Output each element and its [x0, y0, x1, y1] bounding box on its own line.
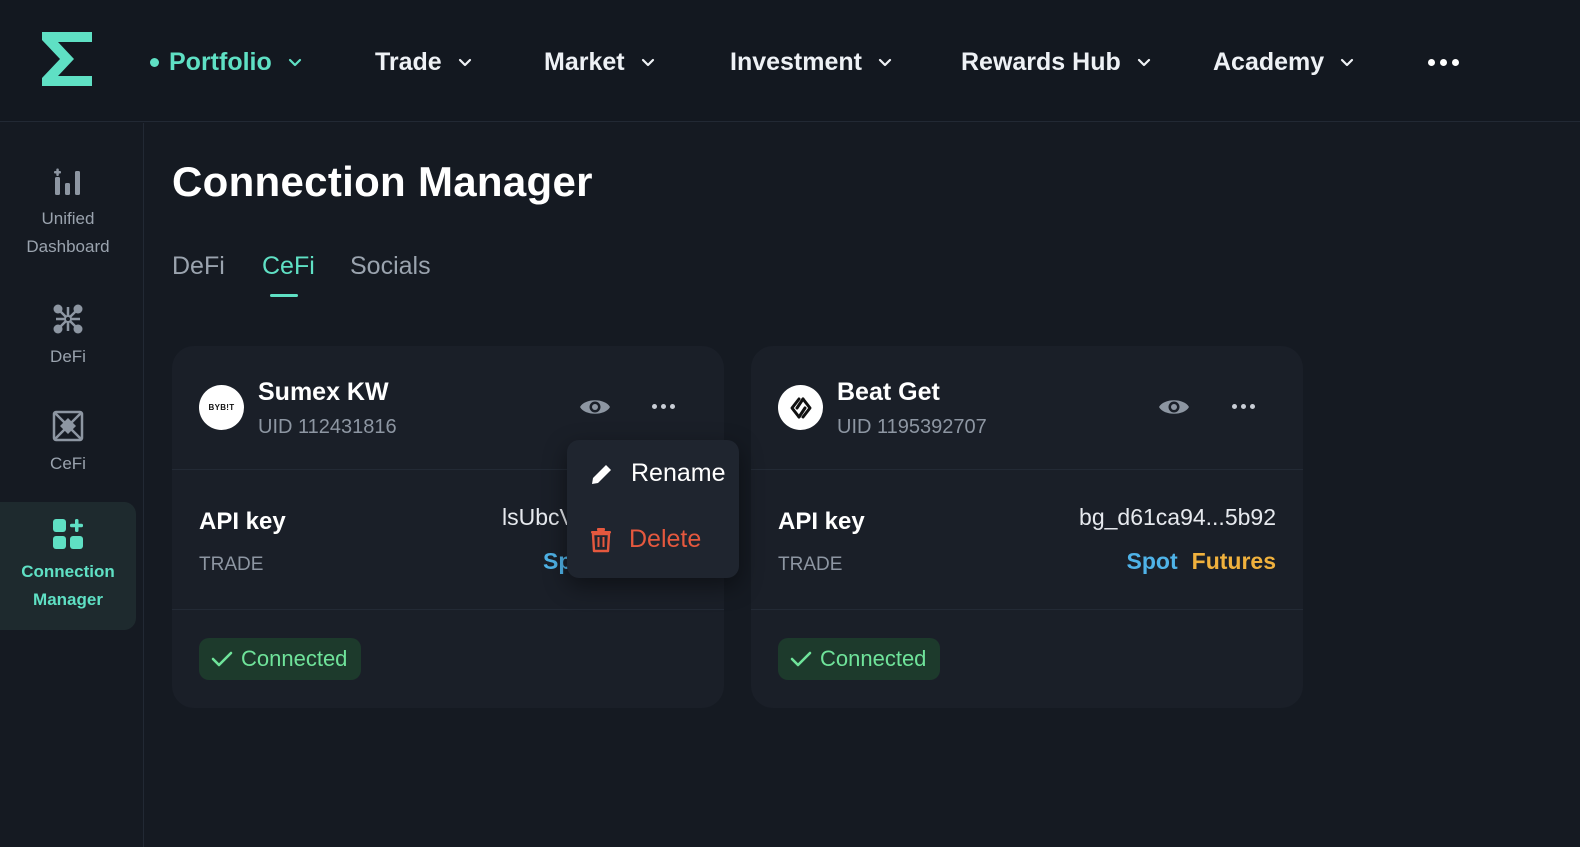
exchange-name: Sumex KW: [258, 378, 389, 406]
api-key-value: bg_d61ca94...5b92: [1079, 504, 1276, 530]
more-options-icon[interactable]: [1232, 404, 1255, 409]
nav-market[interactable]: Market: [544, 44, 657, 80]
check-icon: [211, 651, 233, 667]
tab-defi[interactable]: DeFi: [172, 252, 225, 281]
exchange-uid: UID 1195392707: [837, 416, 987, 438]
card-header: Beat Get UID 1195392707: [751, 346, 1303, 470]
nav-trade[interactable]: Trade: [375, 44, 474, 80]
api-key-section: API key TRADE bg_d61ca94...5b92 Spot Fut…: [751, 470, 1303, 610]
chart-bars-icon: [54, 168, 80, 195]
exchange-uid: UID 112431816: [258, 416, 397, 438]
sidebar: Unified Dashboard DeFi CeFi Connection M…: [0, 123, 144, 847]
rename-menu-item[interactable]: Rename: [589, 459, 726, 488]
eye-icon[interactable]: [1158, 395, 1190, 419]
network-nodes-icon: [53, 304, 83, 334]
chevron-down-icon: [1137, 58, 1150, 67]
delete-label: Delete: [629, 525, 702, 553]
api-key-type: TRADE: [199, 554, 264, 575]
grid-plus-icon: [53, 519, 83, 549]
sidebar-item-unified-dashboard[interactable]: Unified Dashboard: [0, 167, 136, 261]
page-title: Connection Manager: [172, 158, 593, 205]
exchange-logo-avatar: [778, 385, 823, 430]
top-navigation-bar: Portfolio Trade Market Investment Reward…: [0, 0, 1580, 122]
pencil-icon: [592, 462, 614, 484]
sidebar-label: Dashboard: [26, 237, 110, 256]
nav-label: Trade: [375, 47, 442, 76]
exchange-logo-avatar: BYB!T: [199, 385, 244, 430]
tag-futures: Futures: [1191, 548, 1276, 574]
tab-cefi[interactable]: CeFi: [262, 252, 315, 281]
active-dot-icon: [150, 57, 159, 67]
permission-tags: Spot Futures: [1127, 548, 1276, 575]
exchange-box-icon: [52, 410, 84, 442]
sidebar-label: DeFi: [50, 347, 86, 366]
chevron-down-icon: [1341, 58, 1354, 67]
sidebar-item-connection-manager[interactable]: Connection Manager: [0, 502, 136, 630]
tab-socials[interactable]: Socials: [350, 252, 431, 281]
trash-icon: [591, 527, 611, 552]
status-label: Connected: [820, 646, 927, 671]
nav-portfolio[interactable]: Portfolio: [150, 44, 304, 80]
sidebar-item-cefi[interactable]: CeFi: [0, 410, 136, 478]
status-label: Connected: [241, 646, 348, 671]
nav-label: Portfolio: [169, 47, 272, 76]
nav-academy[interactable]: Academy: [1213, 44, 1356, 80]
sidebar-label: Manager: [33, 590, 103, 609]
chevron-down-icon: [458, 58, 471, 67]
more-options-icon[interactable]: [652, 404, 675, 409]
nav-label: Investment: [730, 47, 862, 76]
sigma-logo-icon[interactable]: [38, 30, 96, 88]
status-badge: Connected: [778, 638, 941, 680]
chevron-down-icon: [288, 58, 301, 67]
delete-menu-item[interactable]: Delete: [589, 525, 701, 554]
nav-label: Market: [544, 47, 625, 76]
nav-label: Rewards Hub: [961, 47, 1121, 76]
chevron-down-icon: [641, 58, 654, 67]
check-icon: [790, 651, 812, 667]
eye-icon[interactable]: [579, 395, 611, 419]
nav-investment[interactable]: Investment: [730, 44, 894, 80]
api-key-type: TRADE: [778, 554, 843, 575]
sidebar-label: CeFi: [50, 454, 86, 473]
api-key-label: API key: [778, 508, 865, 535]
chevron-down-icon: [878, 58, 892, 67]
sidebar-label: Unified: [41, 209, 95, 228]
sidebar-item-defi[interactable]: DeFi: [0, 303, 136, 371]
card-context-menu: Rename Delete: [567, 440, 739, 578]
rename-label: Rename: [631, 459, 726, 487]
tag-spot: Spot: [1126, 548, 1178, 574]
api-key-value: lsUbcV: [502, 504, 575, 530]
api-key-label: API key: [199, 508, 286, 535]
active-tab-indicator: [270, 294, 298, 297]
connection-card: Beat Get UID 1195392707 API key TRADE bg…: [751, 346, 1303, 708]
more-horizontal-icon[interactable]: [1424, 48, 1462, 76]
exchange-name: Beat Get: [837, 378, 940, 406]
sidebar-label: Connection: [21, 562, 115, 581]
nav-rewards-hub[interactable]: Rewards Hub: [961, 44, 1153, 80]
status-badge: Connected: [199, 638, 362, 680]
nav-label: Academy: [1213, 47, 1325, 76]
bitget-logo-icon: [790, 397, 811, 418]
